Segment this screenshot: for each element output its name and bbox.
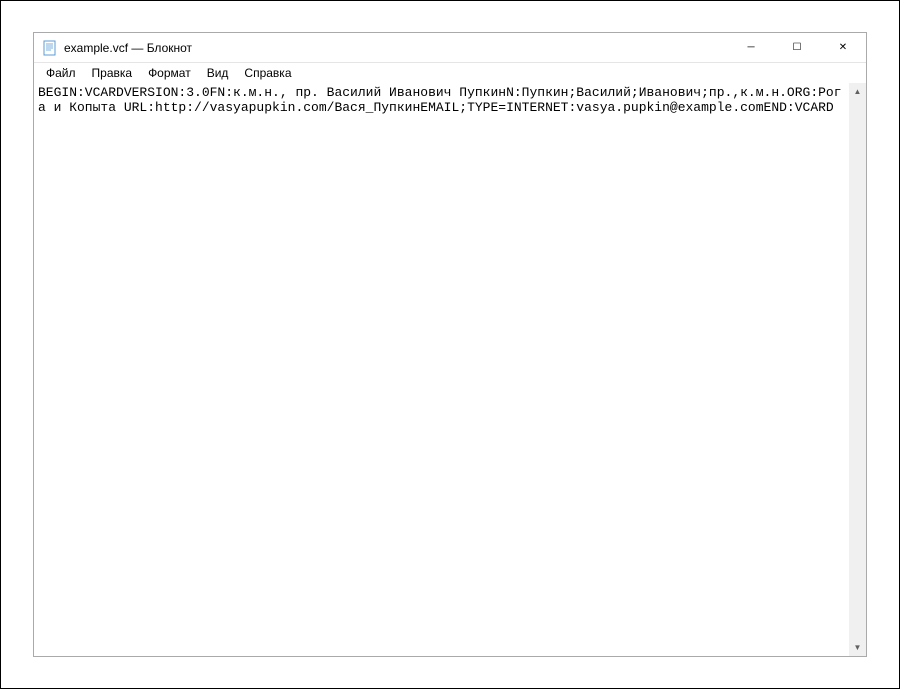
window-title: example.vcf — Блокнот bbox=[64, 41, 728, 55]
menubar: Файл Правка Формат Вид Справка bbox=[34, 63, 866, 83]
close-button[interactable]: ✕ bbox=[820, 33, 866, 62]
menu-edit[interactable]: Правка bbox=[84, 64, 141, 82]
maximize-button[interactable]: ☐ bbox=[774, 33, 820, 62]
menu-format[interactable]: Формат bbox=[140, 64, 199, 82]
menu-view[interactable]: Вид bbox=[199, 64, 237, 82]
scroll-down-icon[interactable]: ▼ bbox=[849, 639, 866, 656]
notepad-window: example.vcf — Блокнот ─ ☐ ✕ Файл Правка … bbox=[33, 32, 867, 657]
menu-help[interactable]: Справка bbox=[236, 64, 299, 82]
vertical-scrollbar[interactable]: ▲ ▼ bbox=[849, 83, 866, 656]
content-area: BEGIN:VCARDVERSION:3.0FN:к.м.н., пр. Вас… bbox=[34, 83, 866, 656]
text-editor[interactable]: BEGIN:VCARDVERSION:3.0FN:к.м.н., пр. Вас… bbox=[34, 83, 849, 656]
notepad-icon bbox=[42, 40, 58, 56]
titlebar[interactable]: example.vcf — Блокнот ─ ☐ ✕ bbox=[34, 33, 866, 63]
minimize-button[interactable]: ─ bbox=[728, 33, 774, 62]
scrollbar-track[interactable] bbox=[849, 100, 866, 639]
scroll-up-icon[interactable]: ▲ bbox=[849, 83, 866, 100]
window-controls: ─ ☐ ✕ bbox=[728, 33, 866, 62]
menu-file[interactable]: Файл bbox=[38, 64, 84, 82]
